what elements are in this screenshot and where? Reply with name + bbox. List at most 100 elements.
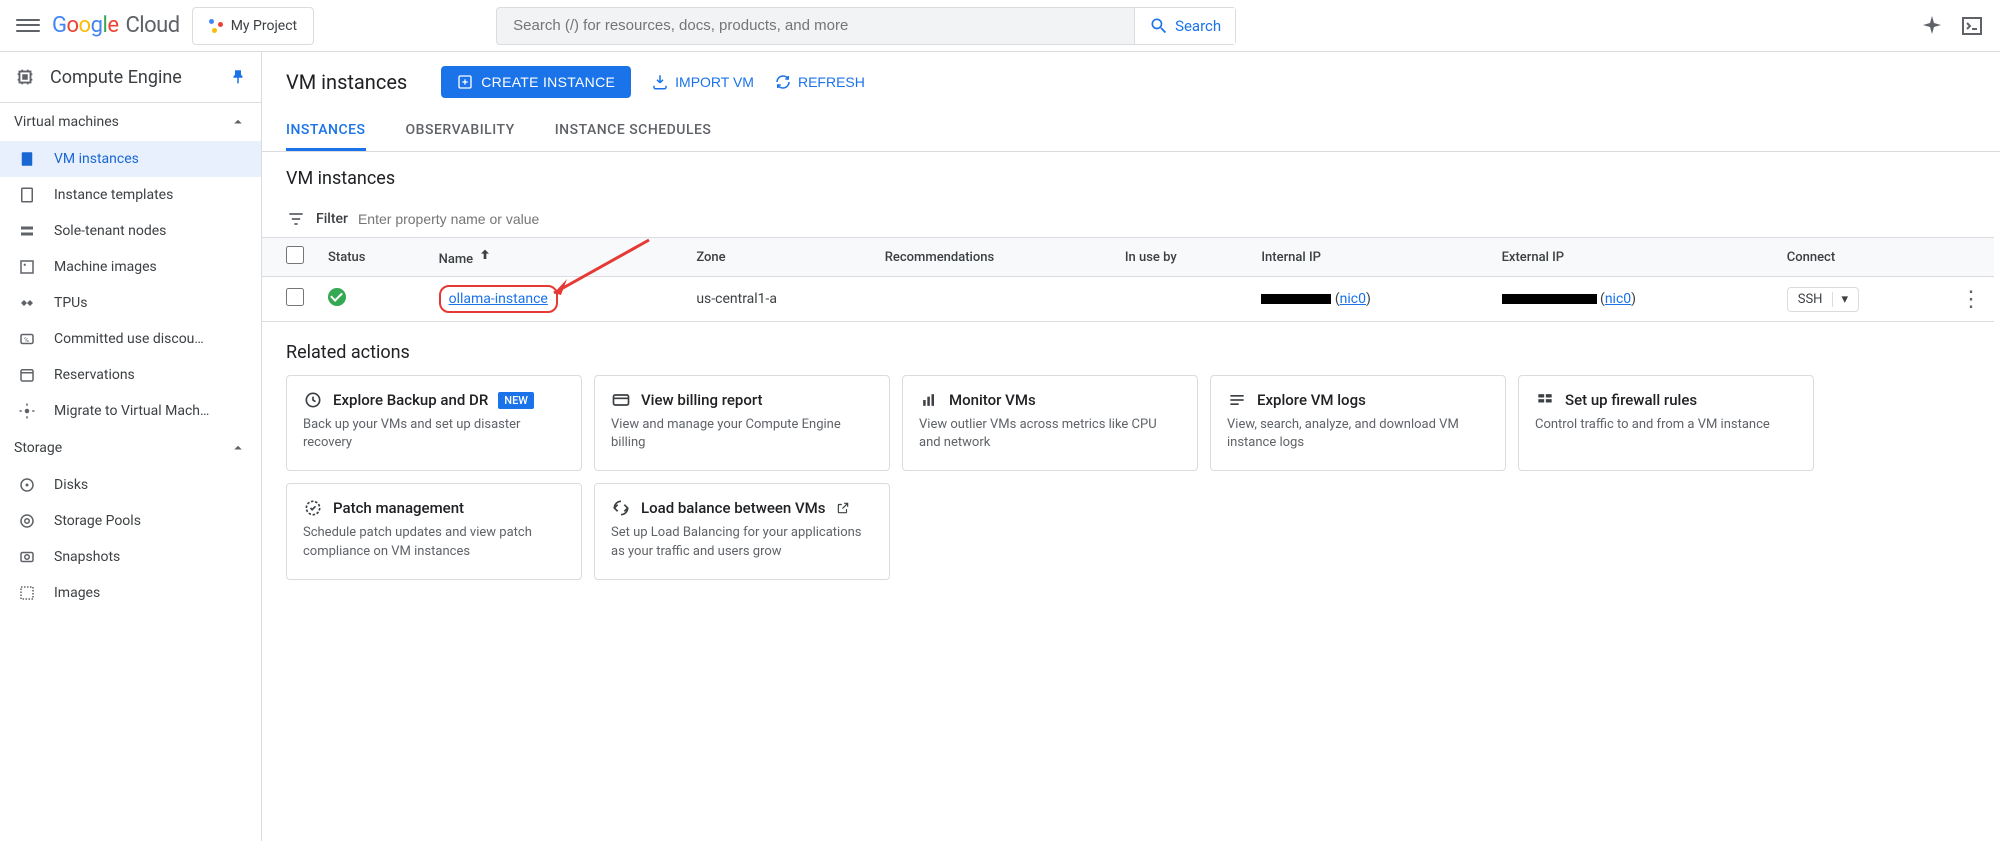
filter-icon bbox=[286, 209, 306, 229]
card-firewall[interactable]: Set up firewall rules Control traffic to… bbox=[1518, 375, 1814, 471]
discount-icon: % bbox=[18, 330, 36, 348]
card-backup-dr[interactable]: Explore Backup and DR NEW Back up your V… bbox=[286, 375, 582, 471]
related-cards: Explore Backup and DR NEW Back up your V… bbox=[262, 375, 2000, 604]
card-title: Explore Backup and DR bbox=[333, 391, 488, 409]
nav-item-tpus[interactable]: TPUs bbox=[0, 285, 261, 321]
load-balance-icon bbox=[611, 498, 631, 518]
nav-item-migrate[interactable]: Migrate to Virtual Mach… bbox=[0, 393, 261, 429]
nav-item-images[interactable]: Images bbox=[0, 575, 261, 611]
card-logs[interactable]: Explore VM logs View, search, analyze, a… bbox=[1210, 375, 1506, 471]
card-patch[interactable]: Patch management Schedule patch updates … bbox=[286, 483, 582, 579]
sort-asc-icon bbox=[477, 247, 493, 263]
nav-item-label: Instance templates bbox=[54, 187, 173, 203]
nav-item-disks[interactable]: Disks bbox=[0, 467, 261, 503]
card-desc: View and manage your Compute Engine bill… bbox=[611, 416, 873, 452]
col-internal-ip[interactable]: Internal IP bbox=[1249, 238, 1489, 277]
nav-item-committed-use[interactable]: %Committed use discou… bbox=[0, 321, 261, 357]
related-actions-title: Related actions bbox=[262, 322, 2000, 375]
instances-table: Status Name Zone Recommendations In use … bbox=[262, 237, 1994, 322]
nav-list-vm: VM instances Instance templates Sole-ten… bbox=[0, 141, 261, 429]
nic-link[interactable]: nic0 bbox=[1605, 291, 1631, 307]
select-all-checkbox[interactable] bbox=[286, 246, 304, 264]
table-row: ollama-instance us-central1-a (nic0) (ni… bbox=[262, 277, 1994, 322]
refresh-label: REFRESH bbox=[798, 74, 865, 90]
redacted-ip bbox=[1502, 294, 1597, 304]
create-instance-button[interactable]: CREATE INSTANCE bbox=[441, 66, 631, 98]
import-icon bbox=[651, 73, 669, 91]
status-running-icon bbox=[328, 288, 346, 306]
external-link-icon bbox=[836, 501, 850, 515]
tab-instance-schedules[interactable]: INSTANCE SCHEDULES bbox=[555, 112, 712, 151]
card-desc: Control traffic to and from a VM instanc… bbox=[1535, 416, 1797, 434]
external-ip-cell: (nic0) bbox=[1490, 277, 1775, 322]
tab-instances[interactable]: INSTANCES bbox=[286, 112, 366, 151]
images-icon bbox=[18, 584, 36, 602]
nav-item-snapshots[interactable]: Snapshots bbox=[0, 539, 261, 575]
card-monitor[interactable]: Monitor VMs View outlier VMs across metr… bbox=[902, 375, 1198, 471]
ssh-button[interactable]: SSH ▾ bbox=[1787, 287, 1859, 312]
svg-text:%: % bbox=[24, 336, 29, 344]
new-badge: NEW bbox=[498, 392, 534, 409]
card-billing[interactable]: View billing report View and manage your… bbox=[594, 375, 890, 471]
service-title: Compute Engine bbox=[50, 67, 215, 88]
page-header: VM instances CREATE INSTANCE IMPORT VM R… bbox=[262, 52, 2000, 112]
hamburger-menu-icon[interactable] bbox=[16, 14, 40, 38]
main-content: VM instances CREATE INSTANCE IMPORT VM R… bbox=[262, 52, 2000, 841]
import-vm-button[interactable]: IMPORT VM bbox=[651, 73, 754, 91]
create-instance-label: CREATE INSTANCE bbox=[481, 74, 615, 90]
project-icon bbox=[209, 19, 223, 33]
col-recommendations[interactable]: Recommendations bbox=[873, 238, 1113, 277]
pin-icon[interactable] bbox=[229, 68, 247, 86]
filter-input[interactable] bbox=[358, 211, 1976, 227]
nav-item-machine-images[interactable]: Machine images bbox=[0, 249, 261, 285]
vm-icon bbox=[18, 150, 36, 168]
card-desc: Schedule patch updates and view patch co… bbox=[303, 524, 565, 560]
project-selector[interactable]: My Project bbox=[192, 7, 314, 45]
card-title: View billing report bbox=[641, 391, 763, 409]
card-load-balance[interactable]: Load balance between VMs Set up Load Bal… bbox=[594, 483, 890, 579]
row-kebab-menu[interactable]: ⋮ bbox=[1960, 287, 1982, 312]
search-button[interactable]: Search bbox=[1134, 8, 1235, 44]
search-input[interactable] bbox=[497, 17, 1134, 34]
patch-icon bbox=[303, 498, 323, 518]
filter-bar: Filter bbox=[262, 201, 2000, 237]
card-desc: Back up your VMs and set up disaster rec… bbox=[303, 416, 565, 452]
service-header: Compute Engine bbox=[0, 52, 261, 103]
in-use-by-cell bbox=[1113, 277, 1250, 322]
instance-name-link[interactable]: ollama-instance bbox=[439, 285, 558, 313]
logs-icon bbox=[1227, 390, 1247, 410]
nav-group-virtual-machines[interactable]: Virtual machines bbox=[0, 103, 261, 141]
google-cloud-logo[interactable]: Google Cloud bbox=[52, 13, 180, 38]
nav-item-storage-pools[interactable]: Storage Pools bbox=[0, 503, 261, 539]
card-title: Load balance between VMs bbox=[641, 499, 826, 517]
refresh-button[interactable]: REFRESH bbox=[774, 73, 865, 91]
col-name-label: Name bbox=[439, 252, 474, 267]
nav-item-vm-instances[interactable]: VM instances bbox=[0, 141, 261, 177]
card-title: Explore VM logs bbox=[1257, 391, 1366, 409]
gemini-icon[interactable] bbox=[1920, 14, 1944, 38]
internal-ip-cell: (nic0) bbox=[1249, 277, 1489, 322]
chevron-up-icon bbox=[229, 439, 247, 457]
ssh-dropdown-caret[interactable]: ▾ bbox=[1832, 292, 1848, 307]
nav-item-instance-templates[interactable]: Instance templates bbox=[0, 177, 261, 213]
row-checkbox[interactable] bbox=[286, 288, 304, 306]
col-zone[interactable]: Zone bbox=[684, 238, 872, 277]
nic-link[interactable]: nic0 bbox=[1340, 291, 1366, 307]
nav-item-label: Migrate to Virtual Mach… bbox=[54, 403, 209, 419]
col-in-use-by[interactable]: In use by bbox=[1113, 238, 1250, 277]
tab-observability[interactable]: OBSERVABILITY bbox=[406, 112, 515, 151]
nav-list-storage: Disks Storage Pools Snapshots Images bbox=[0, 467, 261, 611]
nav-group-storage[interactable]: Storage bbox=[0, 429, 261, 467]
calendar-icon bbox=[18, 366, 36, 384]
nav-item-reservations[interactable]: Reservations bbox=[0, 357, 261, 393]
project-name: My Project bbox=[231, 18, 297, 34]
nav-item-label: Sole-tenant nodes bbox=[54, 223, 166, 239]
nav-item-sole-tenant[interactable]: Sole-tenant nodes bbox=[0, 213, 261, 249]
col-external-ip[interactable]: External IP bbox=[1490, 238, 1775, 277]
col-connect[interactable]: Connect bbox=[1775, 238, 1948, 277]
template-icon bbox=[18, 186, 36, 204]
col-name[interactable]: Name bbox=[427, 238, 685, 277]
redacted-ip bbox=[1261, 294, 1331, 304]
col-status[interactable]: Status bbox=[316, 238, 427, 277]
cloud-shell-icon[interactable] bbox=[1960, 14, 1984, 38]
